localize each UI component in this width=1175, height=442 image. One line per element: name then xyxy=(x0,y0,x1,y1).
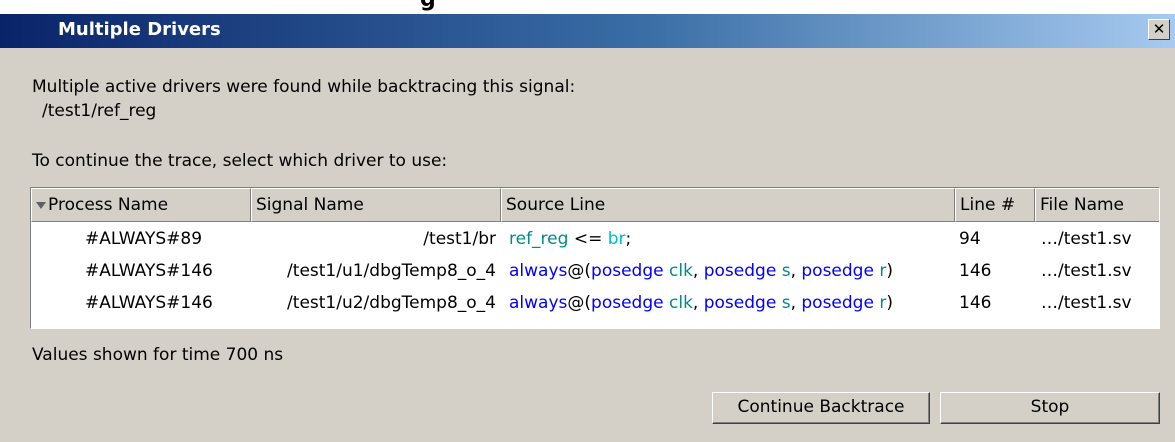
source-line-cell: always@(posedge clk, posedge s, posedge … xyxy=(509,287,893,319)
column-label: Signal Name xyxy=(256,195,364,215)
source-token: <= xyxy=(568,229,608,249)
source-token: s xyxy=(781,293,791,313)
source-token: posedge xyxy=(703,261,777,281)
close-button[interactable]: ✕ xyxy=(1148,19,1170,40)
source-line-cell: always@(posedge clk, posedge s, posedge … xyxy=(509,255,893,287)
process-name-cell: #ALWAYS#89 xyxy=(85,229,203,249)
table-header: Process Name Signal Name Source Line Lin… xyxy=(31,188,1159,222)
line-number-cell: 146 xyxy=(959,293,992,313)
source-token: ; xyxy=(625,229,632,249)
source-token: always xyxy=(509,293,568,313)
source-token: br xyxy=(607,229,626,249)
column-label: Source Line xyxy=(506,195,606,215)
time-status: Values shown for time 700 ns xyxy=(32,345,284,365)
source-token: clk xyxy=(669,293,693,313)
column-label: File Name xyxy=(1040,195,1125,215)
dialog-titlebar[interactable]: Multiple Drivers ✕ xyxy=(0,14,1175,48)
column-header-line-number[interactable]: Line # xyxy=(955,188,1035,222)
source-token: posedge xyxy=(703,293,777,313)
continue-backtrace-button[interactable]: Continue Backtrace xyxy=(712,392,930,424)
stop-button[interactable]: Stop xyxy=(940,392,1160,424)
source-token: posedge xyxy=(591,261,664,281)
line-number-cell: 146 xyxy=(959,261,992,281)
column-label: Process Name xyxy=(48,195,169,215)
process-name-cell: #ALWAYS#146 xyxy=(85,293,213,313)
source-token: ref_reg xyxy=(509,229,569,249)
process-name-cell: #ALWAYS#146 xyxy=(85,261,213,281)
file-name-cell: …/test1.sv xyxy=(1041,229,1132,249)
signal-name-cell: /test1/u1/dbgTemp8_o_4 xyxy=(287,261,496,281)
table-row[interactable]: #ALWAYS#146 /test1/u1/dbgTemp8_o_4 alway… xyxy=(31,255,1159,287)
column-header-source-line[interactable]: Source Line xyxy=(501,188,955,222)
column-header-signal-name[interactable]: Signal Name xyxy=(251,188,501,222)
source-token: posedge xyxy=(591,293,664,313)
drivers-table: Process Name Signal Name Source Line Lin… xyxy=(30,187,1160,329)
table-row[interactable]: #ALWAYS#89 /test1/br ref_reg <= br; 94 …… xyxy=(31,223,1159,255)
background-window-text: g xyxy=(420,0,436,12)
file-name-cell: …/test1.sv xyxy=(1041,293,1132,313)
source-token: , xyxy=(692,293,704,313)
close-icon: ✕ xyxy=(1152,20,1166,38)
source-token: @( xyxy=(567,293,592,313)
signal-name-cell: /test1/u2/dbgTemp8_o_4 xyxy=(287,293,496,313)
sort-down-icon[interactable] xyxy=(36,201,46,209)
dialog-title: Multiple Drivers xyxy=(58,19,221,40)
table-row[interactable]: #ALWAYS#146 /test1/u2/dbgTemp8_o_4 alway… xyxy=(31,287,1159,319)
background-window-strip: g xyxy=(0,0,1175,14)
column-label: Line # xyxy=(960,195,1016,215)
source-token: s xyxy=(781,261,791,281)
source-token: ) xyxy=(886,293,893,313)
source-token: ) xyxy=(886,261,893,281)
source-token: , xyxy=(790,261,802,281)
source-token: posedge xyxy=(801,261,874,281)
file-name-cell: …/test1.sv xyxy=(1041,261,1132,281)
source-token: , xyxy=(790,293,802,313)
source-token: clk xyxy=(669,261,693,281)
message-line-2: To continue the trace, select which driv… xyxy=(32,151,448,171)
source-token: @( xyxy=(567,261,592,281)
message-line-1: Multiple active drivers were found while… xyxy=(32,77,576,97)
column-header-process-name[interactable]: Process Name xyxy=(31,188,251,222)
signal-path: /test1/ref_reg xyxy=(42,101,157,121)
column-header-file-name[interactable]: File Name xyxy=(1035,188,1159,222)
source-token: posedge xyxy=(801,293,874,313)
line-number-cell: 94 xyxy=(959,229,981,249)
source-line-cell: ref_reg <= br; xyxy=(509,223,631,255)
source-token: always xyxy=(509,261,568,281)
source-token: , xyxy=(692,261,704,281)
signal-name-cell: /test1/br xyxy=(423,229,496,249)
